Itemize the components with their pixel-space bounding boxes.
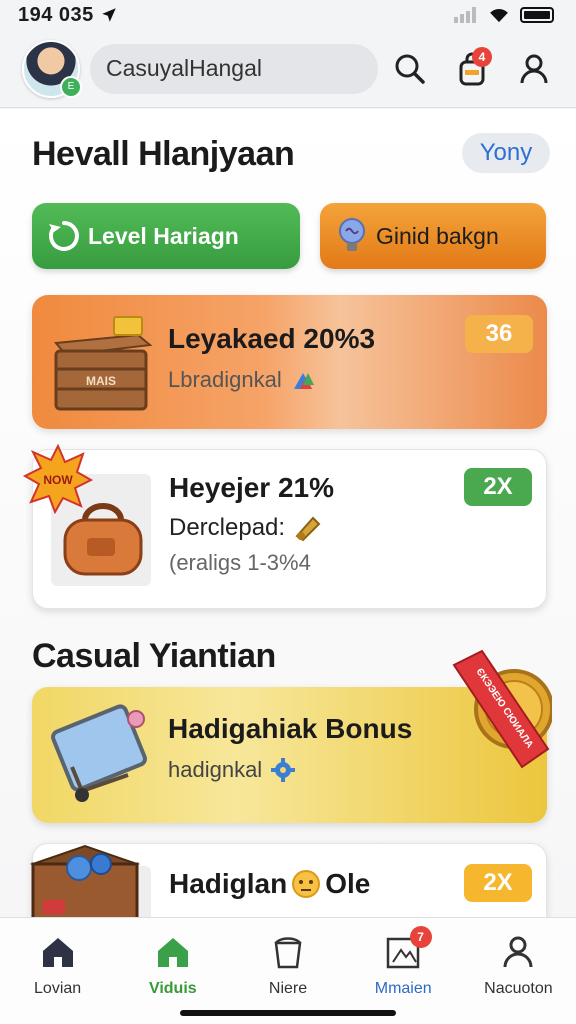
now-burst-icon: NOW xyxy=(23,444,93,514)
refresh-icon xyxy=(44,216,84,256)
notifications-button[interactable]: 4 xyxy=(452,46,492,89)
offer-card-4[interactable]: Hadiglan Ole 2X xyxy=(29,843,547,917)
card-subtitle: Derclepad: xyxy=(169,514,286,541)
nav-item-lovian[interactable]: Lovian xyxy=(0,918,115,1024)
section-tag-button[interactable]: Yony xyxy=(462,133,550,173)
level-button[interactable]: Level Hariagn xyxy=(32,203,300,269)
nav-item-viduis[interactable]: Viduis xyxy=(115,918,230,1024)
gift-chest-icon xyxy=(29,844,141,917)
top-header: E CasuyalHangal 4 xyxy=(0,30,576,108)
burst-label: NOW xyxy=(43,473,73,487)
card-title: Heyejer 21% xyxy=(169,472,335,503)
status-time: 194 035 xyxy=(18,3,94,26)
search-button[interactable] xyxy=(390,49,430,89)
triangle-cluster-icon xyxy=(293,373,314,389)
card-detail: (eraligs 1-3%4 xyxy=(169,550,311,575)
basket-icon xyxy=(268,932,308,972)
treasure-chest-icon: MAIS xyxy=(54,316,153,411)
status-bar: 194 035 xyxy=(0,0,576,30)
wifi-icon xyxy=(490,9,508,23)
horn-icon xyxy=(295,516,321,542)
home-icon xyxy=(153,932,193,972)
avatar[interactable]: E xyxy=(22,39,82,98)
bottom-navigation: Lovian Viduis Niere 7 Mmaien Nacuoton xyxy=(0,917,576,1024)
nav-label: Mmaien xyxy=(374,980,432,997)
battery-icon xyxy=(520,7,554,23)
location-arrow-icon xyxy=(102,8,116,22)
card-title: Leyakaed 20%3 xyxy=(168,323,376,354)
signal-icon xyxy=(454,7,476,23)
nav-item-niere[interactable]: Niere xyxy=(230,918,345,1024)
nav-item-mmaien[interactable]: 7 Mmaien xyxy=(346,918,461,1024)
section-title-1: Hevall Hlanjyaan xyxy=(32,135,295,173)
nav-item-nacuoton[interactable]: Nacuoton xyxy=(461,918,576,1024)
multiplier-badge: 2X xyxy=(464,468,532,506)
guide-button-label: Ginid bakgn xyxy=(376,222,499,249)
multiplier-badge: 36 xyxy=(465,315,533,353)
card-subtitle: Lbradignkal xyxy=(168,367,282,392)
nav-label: Niere xyxy=(268,980,308,997)
avatar-badge: E xyxy=(60,75,82,98)
profile-button[interactable] xyxy=(514,49,554,89)
notification-count: 4 xyxy=(472,46,492,67)
level-button-label: Level Hariagn xyxy=(88,222,239,249)
face-emoji-icon xyxy=(292,870,321,898)
home-indicator[interactable] xyxy=(180,1010,396,1016)
guide-button[interactable]: Ginid bakgn xyxy=(320,203,546,269)
section-title-2: Casual Yiantian xyxy=(32,637,276,675)
search-icon xyxy=(395,54,425,84)
chest-label: MAIS xyxy=(86,374,116,388)
gear-icon xyxy=(271,758,296,782)
nav-label: Lovian xyxy=(34,980,82,997)
tablet-cart-icon xyxy=(51,704,147,802)
nav-label: Viduis xyxy=(148,980,197,997)
card-title: Hadiglan xyxy=(169,868,288,899)
search-input[interactable]: CasuyalHangal xyxy=(90,43,378,94)
search-value: CasuyalHangal xyxy=(106,55,262,81)
profile-icon xyxy=(498,932,538,972)
bonus-card[interactable]: Hadigahiak Bonus hadignkal ЄКЭЭЕЮ СЮИАЛА xyxy=(32,649,552,823)
multiplier-badge: 2X xyxy=(464,864,532,902)
nav-label: Nacuoton xyxy=(484,980,553,997)
nav-badge: 7 xyxy=(409,926,432,948)
coin-ribbon-icon: ЄКЭЭЕЮ СЮИАЛА xyxy=(452,649,552,769)
card-subtitle: hadignkal xyxy=(168,757,263,782)
card-title-suffix: Ole xyxy=(325,868,371,899)
home-icon xyxy=(38,932,78,972)
offer-card-2[interactable]: NOW Heyejer 21% Derclepad: (eraligs 1-3%… xyxy=(23,444,547,609)
card-title: Hadigahiak Bonus xyxy=(168,713,413,744)
offer-card-1[interactable]: MAIS Leyakaed 20%3 Lbradignkal 36 xyxy=(32,295,547,429)
main-content: Hevall Hlanjyaan Yony Level Hariagn Gini… xyxy=(0,109,576,917)
lightbulb-icon xyxy=(332,216,372,256)
user-icon xyxy=(520,54,548,83)
